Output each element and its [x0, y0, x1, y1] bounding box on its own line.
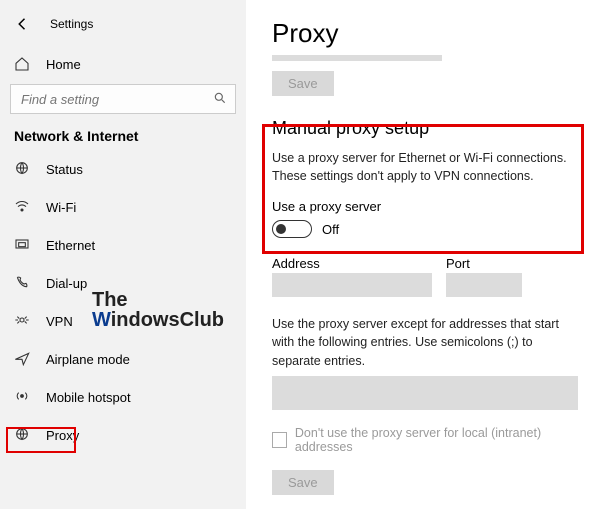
page-title: Proxy — [272, 18, 578, 49]
sidebar-item-airplane[interactable]: Airplane mode — [0, 340, 246, 378]
sidebar-item-hotspot[interactable]: Mobile hotspot — [0, 378, 246, 416]
search-icon — [213, 91, 227, 108]
home-icon — [14, 56, 30, 72]
dialup-icon — [14, 274, 30, 293]
address-input[interactable] — [272, 273, 432, 297]
search-input[interactable] — [19, 91, 213, 108]
sidebar-item-dialup[interactable]: Dial-up — [0, 264, 246, 302]
airplane-icon — [14, 350, 30, 369]
wifi-icon — [14, 198, 30, 217]
use-proxy-toggle[interactable] — [272, 220, 312, 238]
sidebar-item-label: Dial-up — [46, 276, 87, 291]
sidebar-item-label: Ethernet — [46, 238, 95, 253]
sidebar-item-vpn[interactable]: VPN — [0, 302, 246, 340]
sidebar-item-proxy[interactable]: Proxy — [0, 416, 246, 454]
toggle-state-text: Off — [322, 222, 339, 237]
port-input[interactable] — [446, 273, 522, 297]
manual-proxy-description: Use a proxy server for Ethernet or Wi-Fi… — [272, 149, 578, 185]
sidebar-item-home[interactable]: Home — [0, 46, 246, 82]
address-label: Address — [272, 256, 432, 271]
sidebar-item-wifi[interactable]: Wi-Fi — [0, 188, 246, 226]
hotspot-icon — [14, 388, 30, 407]
settings-sidebar: Settings Home Network & Internet Status — [0, 0, 246, 509]
sidebar-item-label: Status — [46, 162, 83, 177]
search-input-wrap[interactable] — [10, 84, 236, 114]
use-proxy-label: Use a proxy server — [272, 199, 578, 214]
sidebar-item-label: Home — [46, 57, 81, 72]
titlebar: Settings — [0, 8, 246, 40]
sidebar-item-label: Airplane mode — [46, 352, 130, 367]
main-pane: Proxy Save Manual proxy setup Use a prox… — [246, 0, 600, 509]
sidebar-section-title: Network & Internet — [0, 114, 246, 150]
vpn-icon — [14, 312, 30, 331]
back-button[interactable] — [14, 15, 32, 33]
sidebar-item-label: Proxy — [46, 428, 79, 443]
sidebar-item-label: Wi-Fi — [46, 200, 76, 215]
sidebar-item-label: VPN — [46, 314, 73, 329]
local-intranet-checkbox[interactable] — [272, 432, 287, 448]
sidebar-item-ethernet[interactable]: Ethernet — [0, 226, 246, 264]
sidebar-item-label: Mobile hotspot — [46, 390, 131, 405]
port-label: Port — [446, 256, 522, 271]
window-title: Settings — [50, 17, 93, 31]
sidebar-item-status[interactable]: Status — [0, 150, 246, 188]
disabled-field — [272, 55, 442, 61]
ethernet-icon — [14, 236, 30, 255]
exceptions-description: Use the proxy server except for addresse… — [272, 315, 578, 369]
status-icon — [14, 160, 30, 179]
proxy-icon — [14, 426, 30, 445]
local-intranet-label: Don't use the proxy server for local (in… — [295, 426, 578, 454]
exceptions-input[interactable] — [272, 376, 578, 410]
manual-proxy-heading: Manual proxy setup — [272, 118, 578, 139]
save-button-bottom[interactable]: Save — [272, 470, 334, 495]
save-button[interactable]: Save — [272, 71, 334, 96]
